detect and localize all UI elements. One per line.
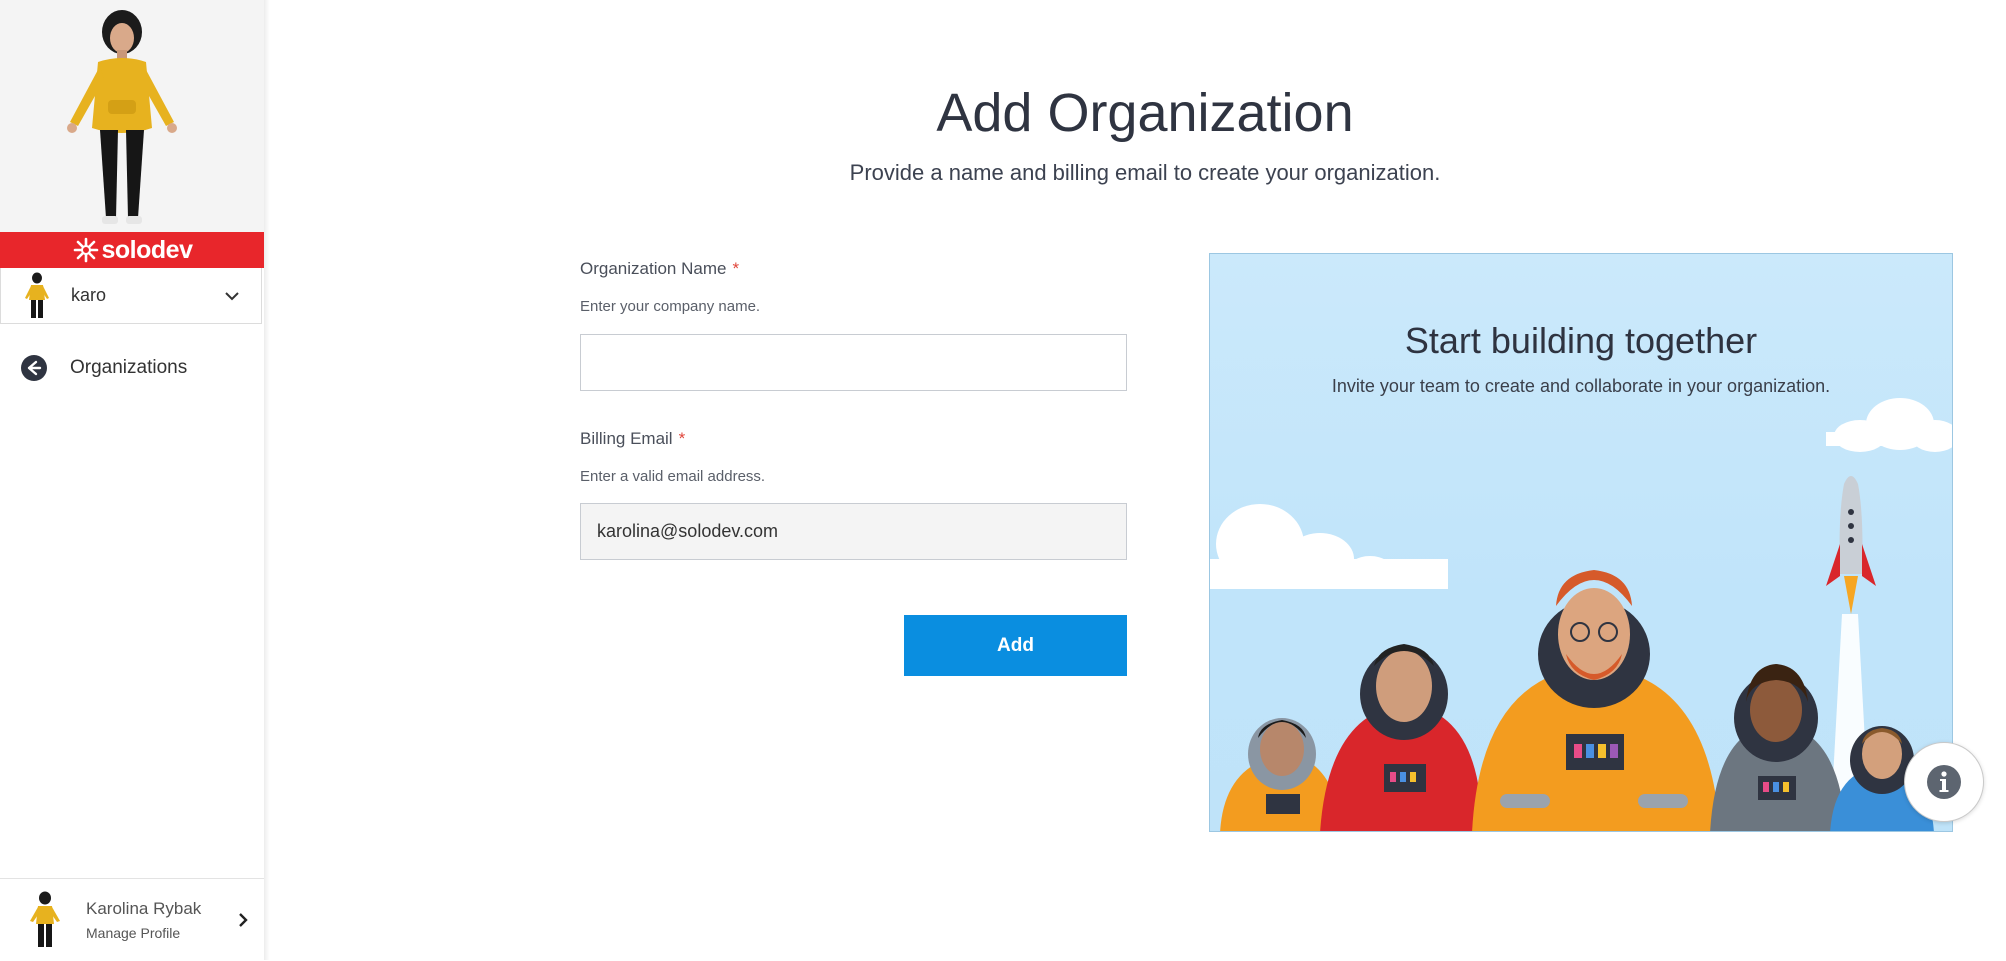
info-circle-icon xyxy=(1927,765,1961,799)
brand-bar: solodev xyxy=(0,232,264,268)
brand-name: solodev xyxy=(101,235,193,264)
arrow-left-circle-icon xyxy=(21,355,47,381)
profile-text: Karolina Rybak Manage Profile xyxy=(86,899,236,941)
promo-text: Invite your team to create and collabora… xyxy=(1331,376,1831,396)
manage-profile-link[interactable]: Manage Profile xyxy=(86,925,236,941)
user-mini-avatar xyxy=(25,272,49,318)
chevron-right-icon xyxy=(239,913,248,927)
info-button[interactable] xyxy=(1904,742,1984,822)
required-mark: * xyxy=(732,259,740,278)
organizations-label: Organizations xyxy=(70,357,188,378)
org-name-label-text: Organization Name xyxy=(580,259,727,278)
org-name-label: Organization Name * xyxy=(580,259,739,279)
page-subtitle: Provide a name and billing email to crea… xyxy=(849,160,1441,185)
chevron-down-icon xyxy=(225,291,239,300)
avatar-3d-image xyxy=(67,10,177,224)
billing-email-input[interactable] xyxy=(580,503,1127,560)
billing-email-hint: Enter a valid email address. xyxy=(580,468,766,485)
profile-name: Karolina Rybak xyxy=(86,899,202,918)
page-title: Add Organization xyxy=(936,83,1354,143)
billing-email-label: Billing Email * xyxy=(580,429,685,449)
required-mark: * xyxy=(678,429,686,448)
promo-panel: Start building together Invite your team… xyxy=(1209,253,1953,832)
user-avatar-hero xyxy=(0,0,264,232)
back-to-organizations-link[interactable]: Organizations xyxy=(20,354,187,382)
billing-email-label-text: Billing Email xyxy=(580,429,673,448)
profile-section[interactable]: Karolina Rybak Manage Profile xyxy=(0,878,264,961)
selected-user-name: karo xyxy=(71,285,107,305)
user-select-dropdown[interactable]: karo xyxy=(0,268,262,324)
org-name-hint: Enter your company name. xyxy=(580,298,761,315)
sidebar-shadow xyxy=(264,0,270,960)
org-name-input[interactable] xyxy=(580,334,1127,391)
profile-avatar xyxy=(30,891,60,947)
promo-title: Start building together xyxy=(1404,320,1758,361)
solodev-flower-icon xyxy=(73,237,98,263)
add-button[interactable]: Add xyxy=(904,615,1127,676)
rocket-icon xyxy=(1826,476,1876,614)
sidebar: solodev karo Organizations Karolina Ryba… xyxy=(0,0,265,960)
